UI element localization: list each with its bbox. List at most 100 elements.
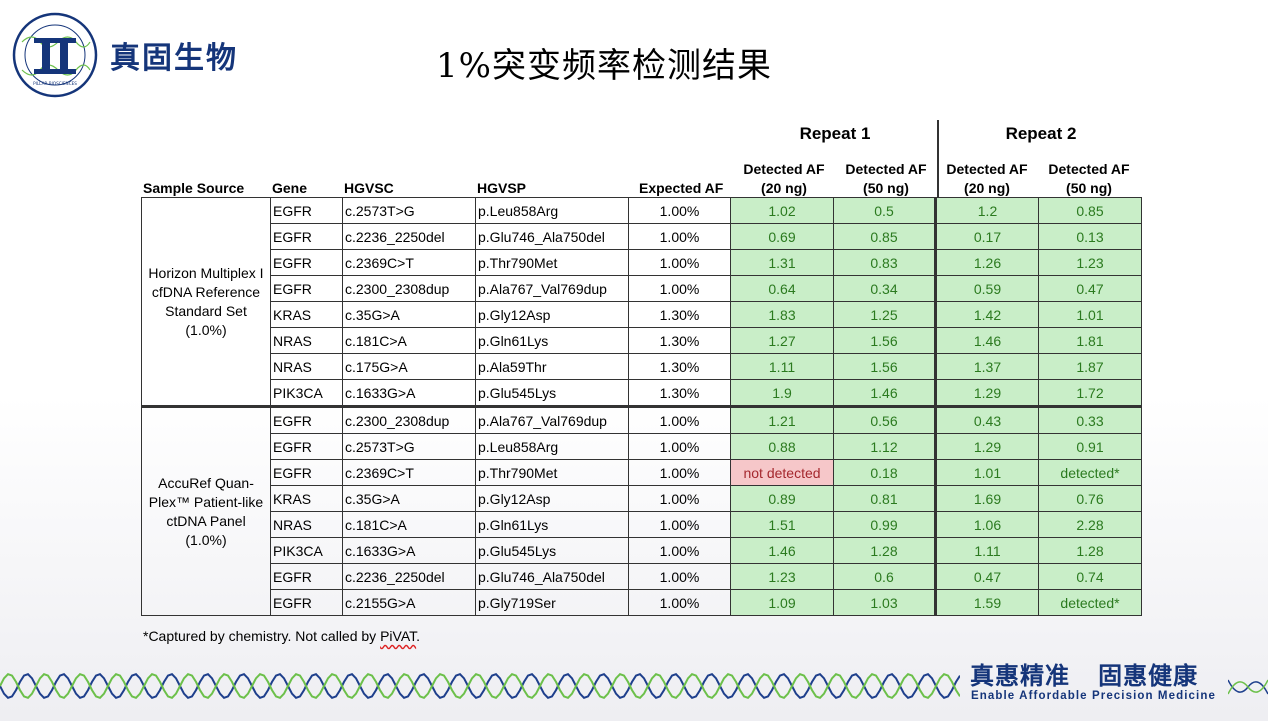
header-r1-af20-line1: Detected AF [743,161,825,177]
cell-hgvsc: c.1633G>A [342,379,476,407]
cell-r1-af20: 1.51 [730,511,834,538]
sample-source-line: ctDNA Panel [166,512,246,529]
cell-r2-af20: 1.37 [934,353,1039,380]
cell-r1-af20: 1.83 [730,301,834,328]
cell-r1-af50: 1.03 [833,589,936,616]
footnote-prefix: *Captured by chemistry. Not called by [143,628,381,644]
cell-r2-af20: 1.11 [934,537,1039,564]
slogan-cn: 真惠精准 固惠健康 [970,662,1199,690]
cell-hgvsc: c.2300_2308dup [342,405,476,434]
header-r1-af20: Detected AF (20 ng) [733,160,835,198]
cell-r2-af50: 1.87 [1038,353,1142,380]
cell-hgvsp: p.Leu858Arg [475,197,629,224]
footnote-suffix: . [416,628,421,644]
cell-r2-af50: 0.47 [1038,275,1142,302]
cell-hgvsp: p.Gly12Asp [475,485,629,512]
cell-r2-af20: 1.2 [934,197,1039,224]
dna-helix-decoration [0,673,960,699]
sample-source-line: AccuRef Quan- [158,474,254,491]
cell-hgvsp: p.Glu545Lys [475,379,629,407]
cell-gene: EGFR [270,197,343,224]
cell-r1-af50: 0.5 [833,197,936,224]
cell-hgvsc: c.35G>A [342,485,476,512]
cell-r2-af20: 0.59 [934,275,1039,302]
table-row: Horizon Multiplex I cfDNA Reference Standa… [141,197,1142,407]
cell-hgvsp: p.Ala767_Val769dup [475,275,629,302]
cell-r2-af50: detected* [1038,459,1142,486]
cell-hgvsc: c.2369C>T [342,249,476,276]
cell-hgvsp: p.Ala59Thr [475,353,629,380]
cell-gene: KRAS [270,301,343,328]
cell-expected-af: 1.00% [628,197,731,224]
cell-expected-af: 1.00% [628,223,731,250]
cell-r2-af50: 1.28 [1038,537,1142,564]
cell-hgvsp: p.Glu746_Ala750del [475,563,629,590]
dna-strand-green [0,673,960,699]
cell-expected-af: 1.00% [628,485,731,512]
header-r1-af50: Detected AF (50 ng) [835,160,937,198]
cell-r1-af50: 1.28 [833,537,936,564]
cell-r2-af50: 0.33 [1038,405,1142,434]
cell-hgvsp: p.Ala767_Val769dup [475,405,629,434]
cell-gene: KRAS [270,485,343,512]
cell-gene: EGFR [270,589,343,616]
cell-r1-af20: 1.09 [730,589,834,616]
table-row: NRAS c.181C>A p.Gln61Lys 1.00% 1.51 0.99 1.06 2… [142,511,1142,538]
cell-r1-af50: 0.34 [833,275,936,302]
cell-r1-af20: 1.9 [730,379,834,407]
logo-text: PILLAR BIOSCIENCES [33,81,77,86]
cell-expected-af: 1.00% [628,563,731,590]
cell-hgvsp: p.Gln61Lys [475,511,629,538]
cell-hgvsc: c.2236_2250del [342,563,476,590]
cell-hgvsp: p.Thr790Met [475,249,629,276]
cell-r2-af20: 1.42 [934,301,1039,328]
header-r2-af20-line2: (20 ng) [964,180,1010,196]
table-row: EGFR c.2369C>T p.Thr790Met 1.00% 1.31 0.83 1.2… [142,249,1142,276]
cell-r1-af20: 1.11 [730,353,834,380]
cell-gene: EGFR [270,433,343,460]
cell-r2-af20: 1.29 [934,433,1039,460]
header-r2-af20-line1: Detected AF [946,161,1028,177]
cell-r1-af20: 1.27 [730,327,834,354]
cell-hgvsc: c.2573T>G [342,433,476,460]
dna-helix-decoration-right [1228,679,1268,695]
cell-hgvsc: c.181C>A [342,327,476,354]
header-r1-af50-line2: (50 ng) [863,180,909,196]
table-row: KRAS c.35G>A p.Gly12Asp 1.00% 0.89 0.81 1.69 0.… [142,485,1142,512]
cell-hgvsc: c.1633G>A [342,537,476,564]
cell-hgvsc: c.2236_2250del [342,223,476,250]
cell-r1-af50: 1.56 [833,327,936,354]
cell-expected-af: 1.00% [628,249,731,276]
footnote-pivat: PiVAT [380,628,417,644]
cell-expected-af: 1.00% [628,589,731,616]
cell-r2-af50: 0.91 [1038,433,1142,460]
cell-hgvsp: p.Gly719Ser [475,589,629,616]
cell-expected-af: 1.00% [628,537,731,564]
cell-gene: NRAS [270,327,343,354]
table-row: EGFR c.2573T>G p.Leu858Arg 1.00% 0.88 1.12 1.2… [142,433,1142,460]
cell-r2-af50: 0.76 [1038,485,1142,512]
cell-r2-af50: 0.13 [1038,223,1142,250]
sample-source-line: cfDNA Reference [151,283,261,300]
cell-gene: EGFR [270,249,343,276]
table-body: Horizon Multiplex I cfDNA Reference Standa… [141,197,1142,616]
table-row: AccuRef Quan- Plex™ Patient-like ctDNA Pan… [141,405,1142,616]
cell-r2-af20: 1.59 [934,589,1039,616]
page-title: 1%突变频率检测结果 [436,46,772,86]
cell-expected-af: 1.30% [628,379,731,407]
cell-expected-af: 1.00% [628,405,731,434]
sample-source-cell: AccuRef Quan- Plex™ Patient-like ctDNA Pan… [141,405,271,616]
cell-hgvsp: p.Gln61Lys [475,327,629,354]
cell-gene: NRAS [270,511,343,538]
cell-r1-af20: 1.31 [730,249,834,276]
af-results-table: Horizon Multiplex I cfDNA Reference Standa… [141,197,1142,616]
cell-r1-af20: not detected [730,459,834,486]
header-expected-af: Expected AF [639,180,724,196]
cell-r2-af20: 1.29 [934,379,1039,407]
header-r2-af20: Detected AF (20 ng) [938,160,1036,198]
cell-r2-af20: 1.26 [934,249,1039,276]
table-row: PIK3CA c.1633G>A p.Glu545Lys 1.30% 1.9 1.46 1.… [142,379,1142,407]
cell-gene: EGFR [270,405,343,434]
sample-source-line: (1.0%) [185,531,227,548]
cell-expected-af: 1.30% [628,353,731,380]
